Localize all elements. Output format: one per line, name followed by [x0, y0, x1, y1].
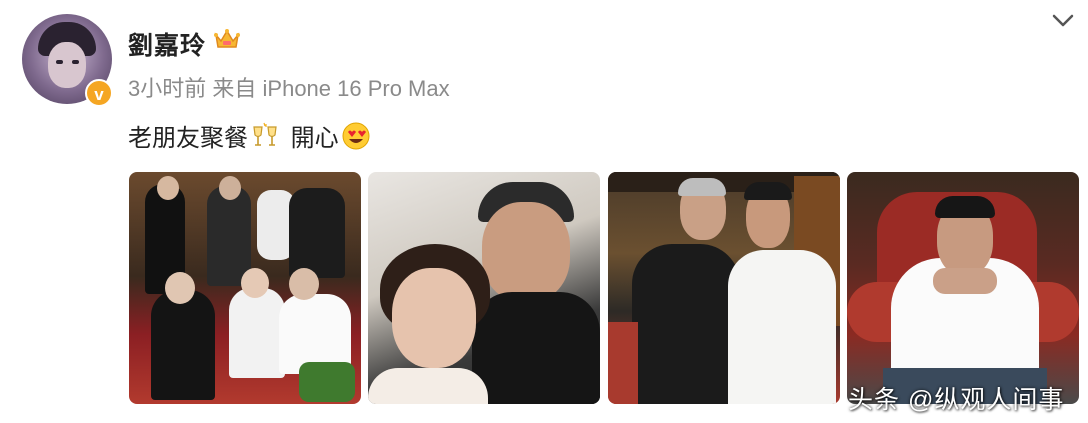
post-text-part2: 開心	[284, 125, 339, 152]
author-name[interactable]: 劉嘉玲	[128, 26, 206, 62]
chevron-down-icon[interactable]	[1052, 14, 1074, 28]
two-men-photo[interactable]	[608, 172, 840, 404]
post-text-part1: 老朋友聚餐	[128, 125, 248, 152]
crown-icon	[214, 29, 240, 48]
post-source-prefix: 来自	[212, 76, 257, 101]
post-source-device[interactable]: iPhone 16 Pro Max	[263, 76, 450, 101]
avatar-eye	[56, 60, 63, 64]
avatar-face	[48, 42, 86, 88]
cheers-icon	[253, 122, 277, 146]
post-content: 老朋友聚餐 開心	[128, 118, 371, 153]
verified-badge: v	[85, 79, 113, 107]
man-in-chair-photo[interactable]	[847, 172, 1079, 404]
watermark-text: 头条 @纵观人间事	[848, 386, 1065, 414]
post-meta: 3小时前 来自 iPhone 16 Pro Max	[128, 71, 450, 103]
post-time: 3小时前	[128, 76, 207, 101]
group-dinner-photo[interactable]	[129, 172, 361, 404]
avatar-eye	[72, 60, 79, 64]
selfie-photo[interactable]	[368, 172, 600, 404]
heart-eyes-icon	[342, 122, 370, 149]
